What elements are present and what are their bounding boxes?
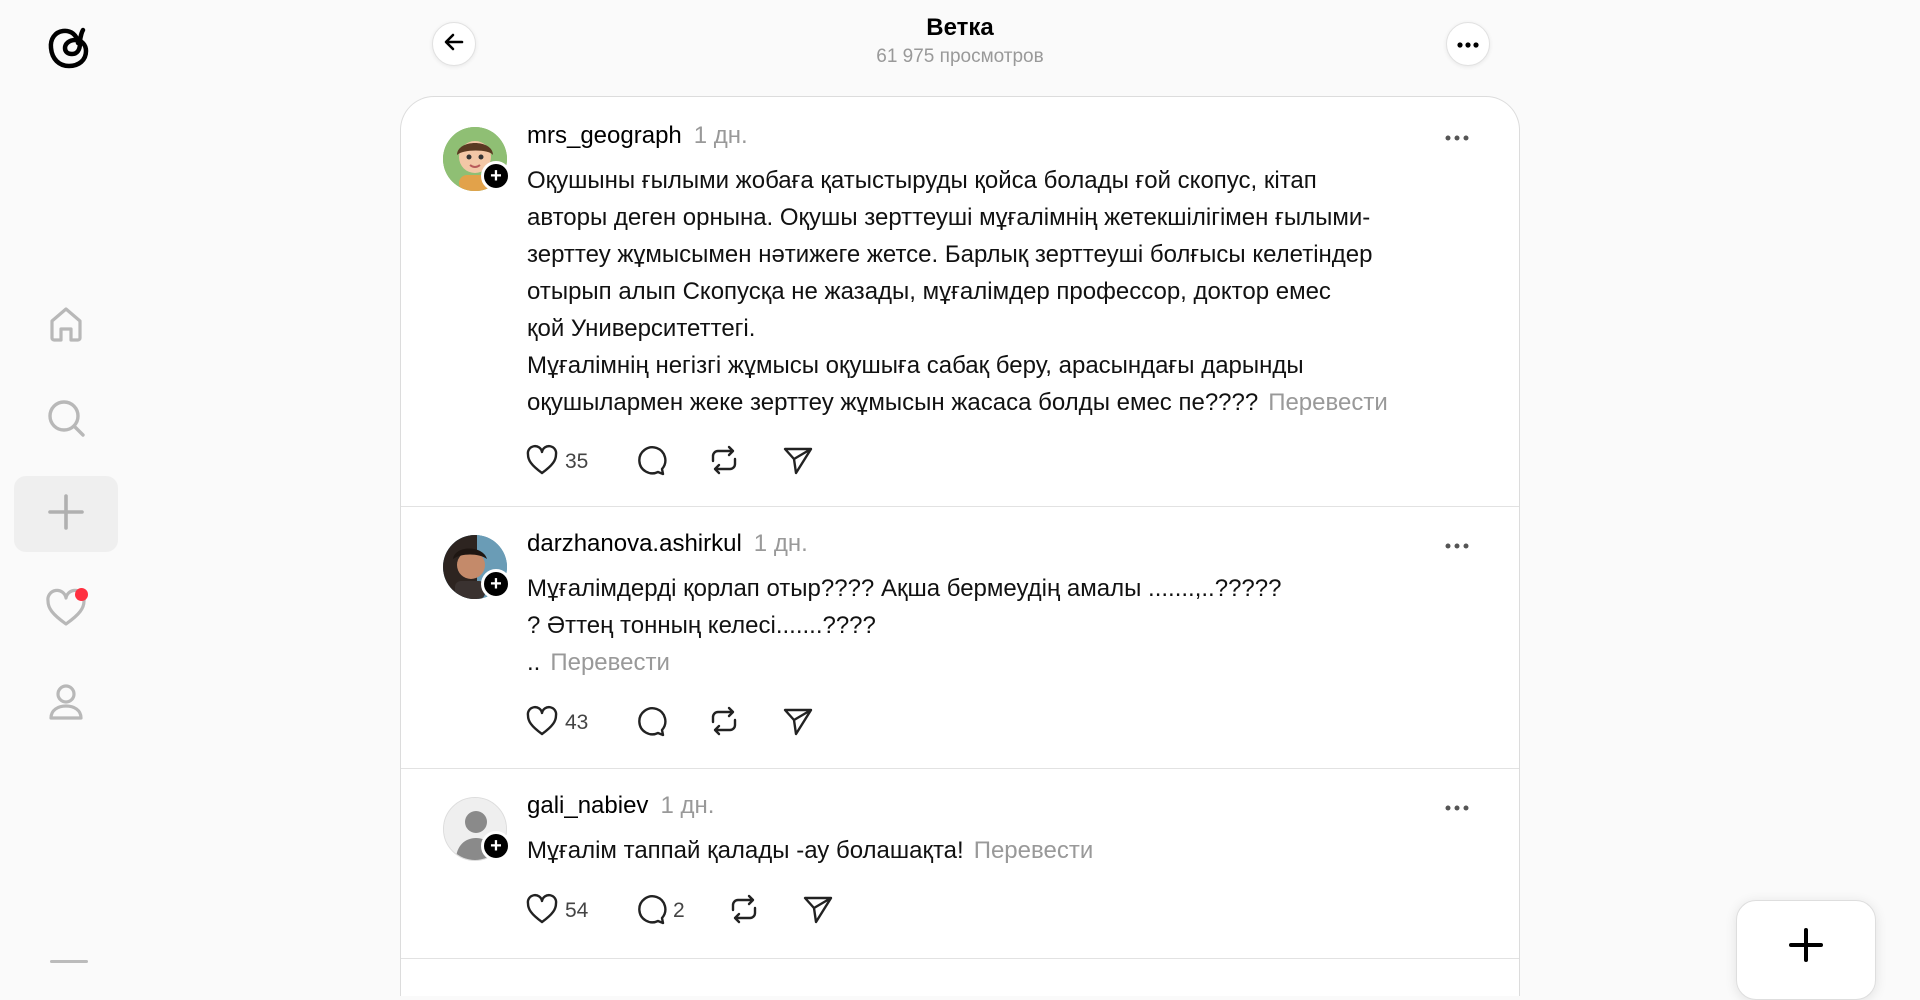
heart-icon xyxy=(525,704,559,743)
post-text: Мұғалімдерді қорлап отыр???? Ақша бермеу… xyxy=(527,570,1477,681)
share-button[interactable] xyxy=(781,703,815,743)
follow-button[interactable]: + xyxy=(481,161,511,191)
translate-link[interactable]: Перевести xyxy=(1268,389,1388,416)
threads-logo-icon[interactable] xyxy=(36,14,96,80)
post-line: Оқушыны ғылыми жобаға қатыстыруды қойса … xyxy=(527,167,1317,194)
username[interactable]: darzhanova.ashirkul xyxy=(527,530,742,558)
reply-count: 2 xyxy=(673,899,685,922)
post: + gali_nabiev 1 дн. Мұғалім таппай қалад… xyxy=(401,769,1519,959)
post-line: қой Университеттегі. xyxy=(527,315,756,342)
like-button[interactable]: 43 xyxy=(525,703,633,743)
more-icon xyxy=(1445,798,1469,816)
post-actions: 35 xyxy=(525,442,815,482)
heart-icon xyxy=(525,892,559,931)
translate-link[interactable]: Перевести xyxy=(974,837,1094,864)
username[interactable]: gali_nabiev xyxy=(527,792,648,820)
comment-icon xyxy=(633,443,667,482)
search-icon xyxy=(44,396,88,445)
post-line: авторы деген орнына. Оқушы зерттеуші мұғ… xyxy=(527,204,1371,231)
post-line: Мұғалім таппай қалады -ау болашақта! Пере… xyxy=(527,832,1477,869)
like-button[interactable]: 35 xyxy=(525,442,633,482)
post-more-button[interactable] xyxy=(1439,797,1475,817)
thread-feed: + mrs_geograph 1 дн. Оқушыны ғылыми жоба… xyxy=(400,96,1520,996)
post-line: Мұғалімнің негізгі жұмысы оқушыға сабақ … xyxy=(527,352,1304,379)
sidebar-item-home[interactable] xyxy=(14,288,118,364)
comment-icon xyxy=(633,892,667,931)
post-actions: 54 2 xyxy=(525,891,835,931)
repost-button[interactable] xyxy=(727,891,801,931)
send-icon xyxy=(781,443,815,482)
post-line-text: Мұғалім таппай қалады -ау болашақта! xyxy=(527,837,964,864)
post-actions: 43 xyxy=(525,703,815,743)
floating-create-button[interactable] xyxy=(1736,900,1876,1000)
comment-icon xyxy=(633,704,667,743)
send-icon xyxy=(801,892,835,931)
post-text: Оқушыны ғылыми жобаға қатыстыруды қойса … xyxy=(527,162,1477,421)
send-icon xyxy=(781,704,815,743)
repost-button[interactable] xyxy=(707,703,781,743)
post-line: Мұғалімдерді қорлап отыр???? Ақша бермеу… xyxy=(527,575,1282,602)
repost-icon xyxy=(707,443,741,482)
timestamp: 1 дн. xyxy=(693,122,748,149)
share-button[interactable] xyxy=(801,891,835,931)
post-more-button[interactable] xyxy=(1439,535,1475,555)
follow-button[interactable]: + xyxy=(481,569,511,599)
heart-icon xyxy=(525,443,559,482)
menu-icon[interactable] xyxy=(50,960,88,963)
heart-icon xyxy=(44,586,88,630)
post-line: отырып алып Скопусқа не жазады, мұғалімд… xyxy=(527,278,1331,305)
plus-icon xyxy=(46,492,86,537)
timestamp: 1 дн. xyxy=(660,792,715,819)
like-count: 43 xyxy=(565,711,589,734)
reply-button[interactable] xyxy=(633,442,707,482)
more-icon xyxy=(1457,35,1479,53)
notification-dot xyxy=(75,588,88,601)
page-title: Ветка xyxy=(926,14,994,41)
post: + darzhanova.ashirkul 1 дн. Мұғалімдерді… xyxy=(401,507,1519,769)
post-header: mrs_geograph 1 дн. xyxy=(527,122,748,150)
plus-icon xyxy=(1788,927,1824,968)
header-more-button[interactable] xyxy=(1446,22,1490,66)
username[interactable]: mrs_geograph xyxy=(527,122,682,150)
like-count: 54 xyxy=(565,899,589,922)
person-icon xyxy=(44,680,88,729)
follow-button[interactable]: + xyxy=(481,831,511,861)
post-line: .. Перевести xyxy=(527,644,1477,681)
reply-button[interactable] xyxy=(633,703,707,743)
post-line-text: оқушылармен жеке зерттеу жұмысын жасаса … xyxy=(527,389,1259,416)
sidebar xyxy=(0,0,132,972)
repost-button[interactable] xyxy=(707,442,781,482)
post-line: оқушылармен жеке зерттеу жұмысын жасаса … xyxy=(527,384,1477,421)
post-header: darzhanova.ashirkul 1 дн. xyxy=(527,530,808,558)
sidebar-item-profile[interactable] xyxy=(14,666,118,742)
translate-link[interactable]: Перевести xyxy=(550,649,670,676)
reply-button[interactable]: 2 xyxy=(633,891,727,931)
more-icon xyxy=(1445,536,1469,554)
post-more-button[interactable] xyxy=(1439,127,1475,147)
post-text: Мұғалім таппай қалады -ау болашақта! Пере… xyxy=(527,832,1477,869)
sidebar-item-search[interactable] xyxy=(14,382,118,458)
thread-header: Ветка 61 975 просмотров xyxy=(400,0,1520,96)
post-line: зерттеу жұмысымен нәтижеге жетсе. Барлық… xyxy=(527,241,1373,268)
view-count: 61 975 просмотров xyxy=(876,46,1044,67)
like-button[interactable]: 54 xyxy=(525,891,633,931)
sidebar-item-activity[interactable] xyxy=(14,570,118,646)
post-header: gali_nabiev 1 дн. xyxy=(527,792,714,820)
repost-icon xyxy=(727,892,761,931)
repost-icon xyxy=(707,704,741,743)
like-count: 35 xyxy=(565,450,589,473)
share-button[interactable] xyxy=(781,442,815,482)
post-line: ? Әттең тонның келесі.......???? xyxy=(527,612,876,639)
home-icon xyxy=(44,302,88,351)
more-icon xyxy=(1445,128,1469,146)
sidebar-item-create[interactable] xyxy=(14,476,118,552)
post-line-text: .. xyxy=(527,649,541,676)
timestamp: 1 дн. xyxy=(753,530,808,557)
post: + mrs_geograph 1 дн. Оқушыны ғылыми жоба… xyxy=(401,97,1519,507)
